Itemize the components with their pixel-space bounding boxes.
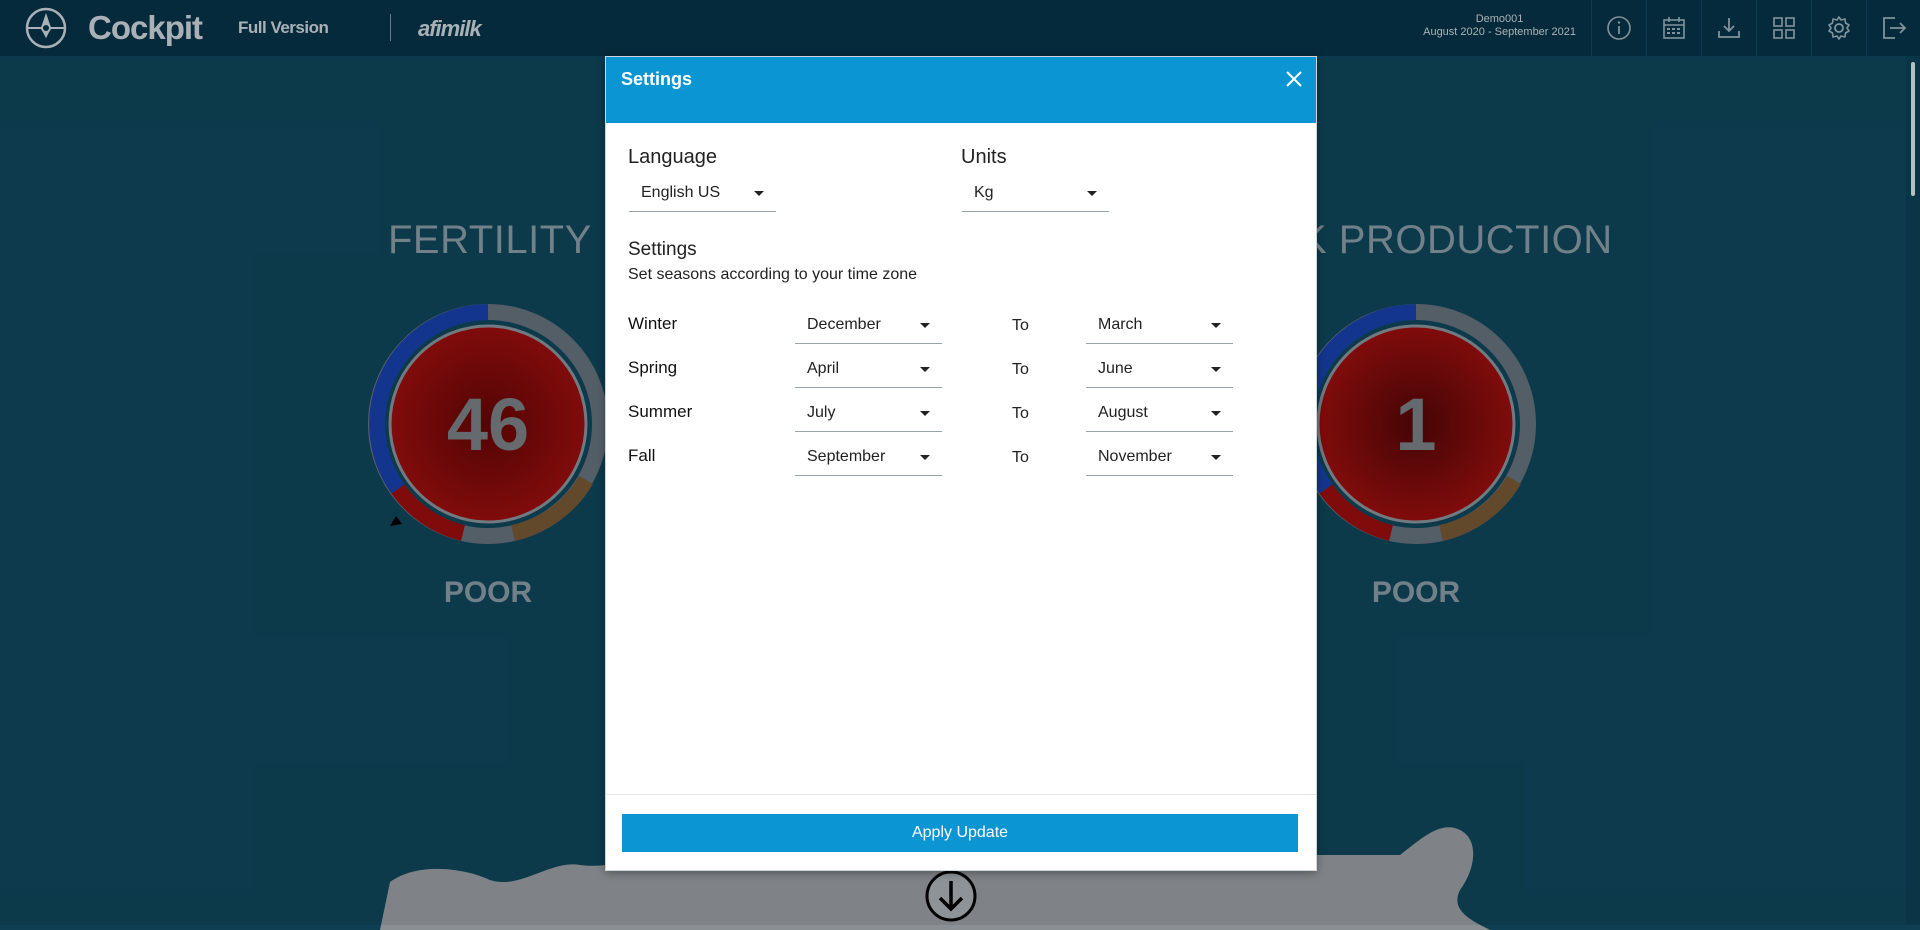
chevron-down-icon <box>754 191 764 196</box>
settings-dialog: Settings Language English US Units Kg Se… <box>605 56 1317 871</box>
season-name-summer: Summer <box>628 402 693 421</box>
units-select[interactable]: Kg <box>962 175 1109 212</box>
winter-to-label: To <box>1012 317 1029 334</box>
spring-to-select[interactable]: June <box>1086 351 1233 388</box>
winter-to-select[interactable]: March <box>1086 307 1233 344</box>
summer-from-value: July <box>807 404 836 421</box>
fall-to-label: To <box>1012 449 1029 466</box>
winter-from-select[interactable]: December <box>795 307 942 344</box>
chevron-down-icon <box>1211 411 1221 416</box>
dialog-footer-divider <box>606 794 1316 795</box>
fall-to-select[interactable]: November <box>1086 439 1233 476</box>
seasons-settings-label: Settings <box>628 239 697 260</box>
chevron-down-icon <box>1211 367 1221 372</box>
apply-update-button[interactable]: Apply Update <box>622 814 1298 852</box>
chevron-down-icon <box>920 455 930 460</box>
units-value: Kg <box>974 184 994 201</box>
dialog-header: Settings <box>606 57 1316 123</box>
units-label: Units <box>961 146 1007 168</box>
chevron-down-icon <box>920 367 930 372</box>
spring-from-value: April <box>807 360 840 377</box>
close-icon[interactable] <box>1282 67 1306 91</box>
dialog-title: Settings <box>621 69 693 89</box>
season-name-fall: Fall <box>628 446 656 465</box>
summer-from-select[interactable]: July <box>795 395 942 432</box>
summer-to-label: To <box>1012 405 1029 422</box>
winter-from-value: December <box>807 316 881 333</box>
chevron-down-icon <box>1211 323 1221 328</box>
fall-from-select[interactable]: September <box>795 439 942 476</box>
season-name-winter: Winter <box>628 314 678 333</box>
language-label: Language <box>628 146 717 168</box>
language-value: English US <box>641 184 721 201</box>
fall-to-value: November <box>1098 448 1172 465</box>
seasons-hint: Set seasons according to your time zone <box>628 266 918 283</box>
chevron-down-icon <box>920 323 930 328</box>
winter-to-value: March <box>1098 316 1143 333</box>
chevron-down-icon <box>1211 455 1221 460</box>
spring-to-value: June <box>1098 360 1133 377</box>
chevron-down-icon <box>1087 191 1097 196</box>
spring-to-label: To <box>1012 361 1029 378</box>
season-name-spring: Spring <box>628 358 678 377</box>
summer-to-select[interactable]: August <box>1086 395 1233 432</box>
language-select[interactable]: English US <box>629 175 776 212</box>
fall-from-value: September <box>807 448 886 465</box>
summer-to-value: August <box>1098 404 1148 421</box>
chevron-down-icon <box>920 411 930 416</box>
spring-from-select[interactable]: April <box>795 351 942 388</box>
